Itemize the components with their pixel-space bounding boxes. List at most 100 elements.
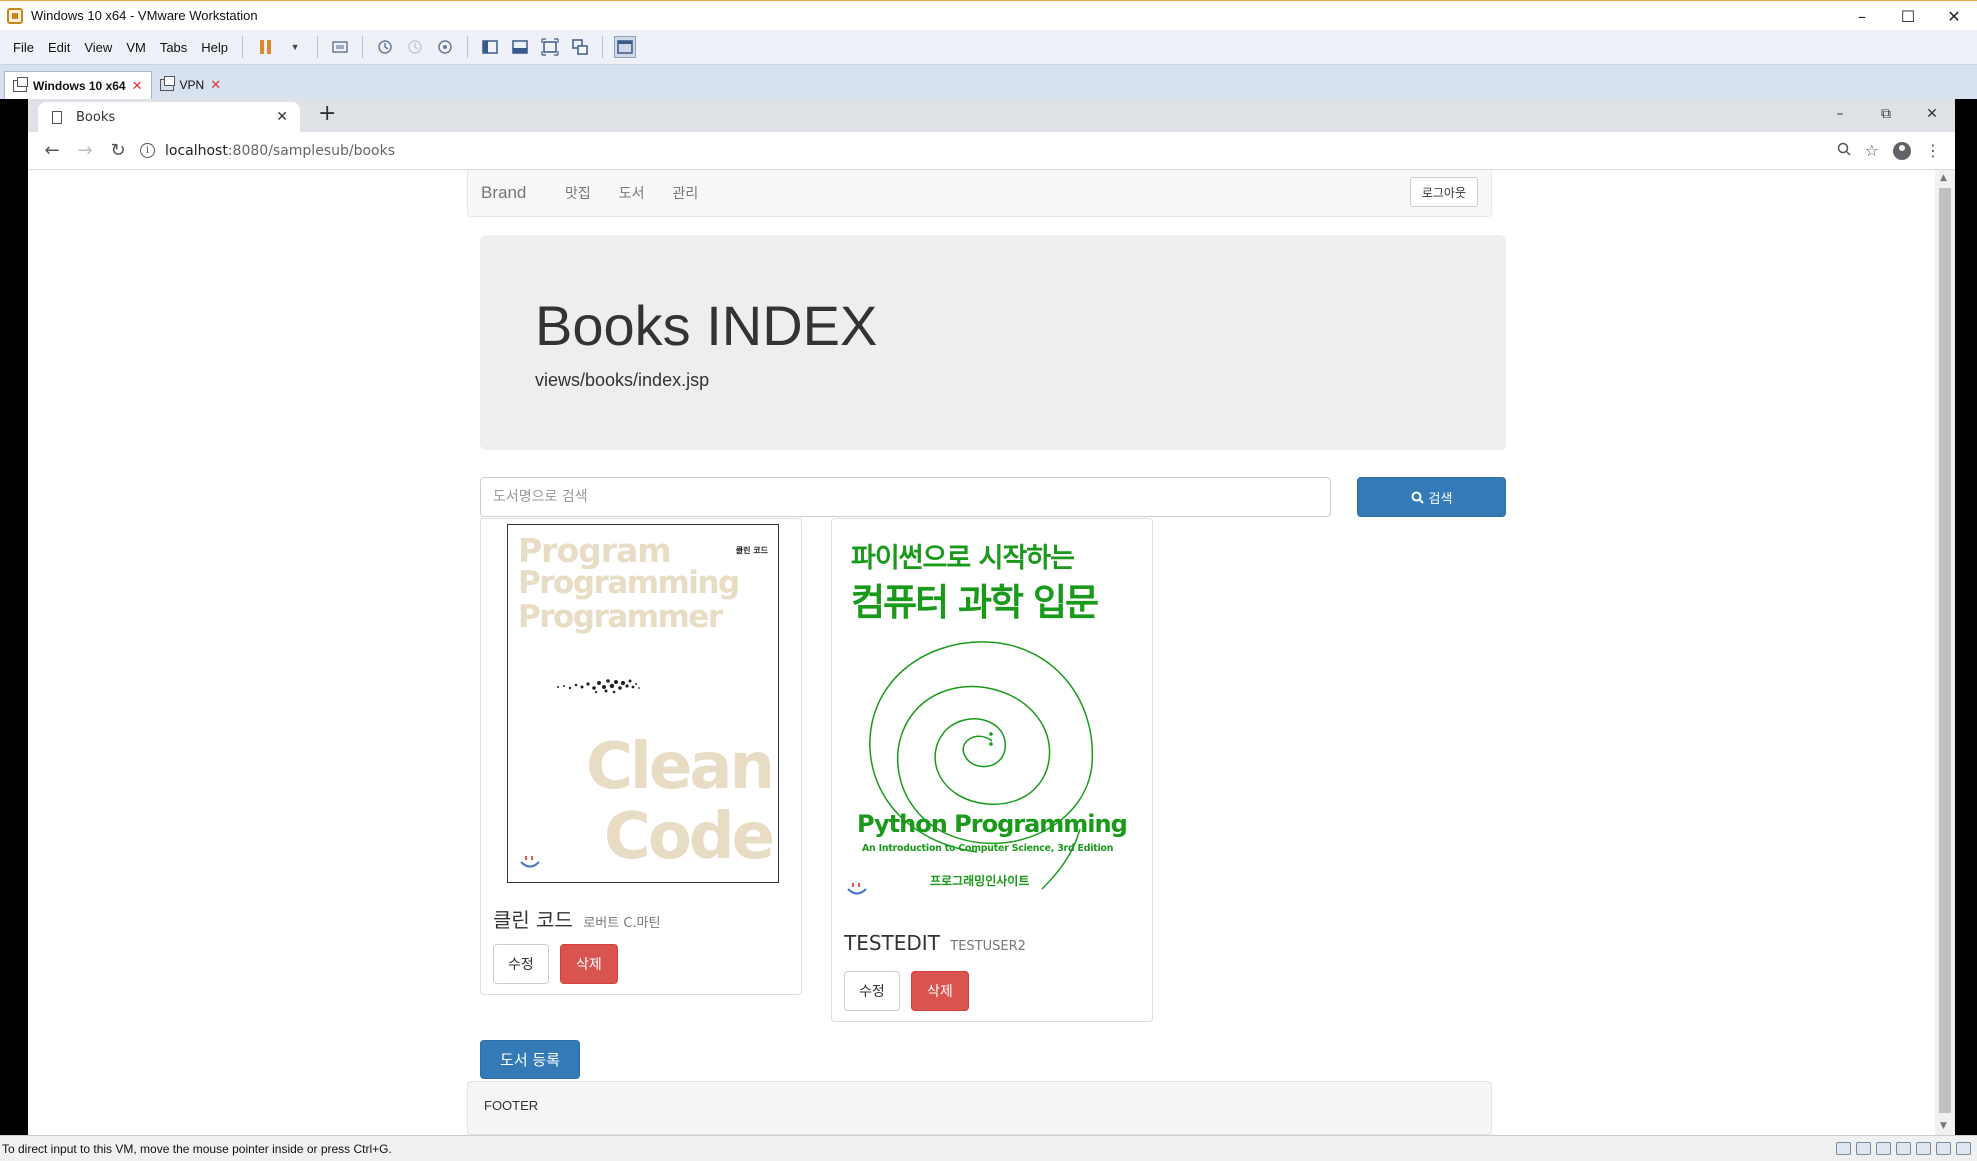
toolbar-separator xyxy=(242,36,244,58)
menu-view[interactable]: View xyxy=(77,40,119,55)
address-bar[interactable]: i localhost:8080/samplesub/books xyxy=(140,143,1837,159)
delete-button[interactable]: 삭제 xyxy=(911,971,969,1011)
full-screen-icon[interactable] xyxy=(539,36,561,58)
network-adapter-icon[interactable] xyxy=(1876,1142,1891,1155)
close-tab-icon[interactable]: ✕ xyxy=(132,78,143,94)
menu-tabs[interactable]: Tabs xyxy=(153,40,194,55)
chevron-down-icon[interactable]: ▼ xyxy=(284,36,306,58)
logout-button[interactable]: 로그아웃 xyxy=(1409,177,1478,207)
cover-spiral-illustration xyxy=(869,641,1094,890)
cd-drive-icon[interactable] xyxy=(1856,1142,1871,1155)
vm-icon xyxy=(13,76,28,92)
thumbnail-bar-icon[interactable] xyxy=(509,36,531,58)
maximize-icon[interactable]: ☐ xyxy=(1885,1,1931,31)
guest-border-right xyxy=(1955,99,1977,1135)
cover-title-en: Python Programming xyxy=(857,810,1128,838)
close-tab-icon[interactable]: ✕ xyxy=(210,77,221,93)
search-button-label: 검색 xyxy=(1428,491,1453,507)
browser-tab-title: Books xyxy=(76,109,116,125)
footer: FOOTER xyxy=(467,1081,1492,1135)
search-input[interactable] xyxy=(480,477,1331,517)
forward-icon[interactable]: → xyxy=(69,135,101,167)
page-scrollbar[interactable]: ▲ ▼ xyxy=(1935,170,1955,1135)
menu-edit[interactable]: Edit xyxy=(41,40,77,55)
pause-icon[interactable] xyxy=(254,36,276,58)
navbar-links: 맛집 도서 관리 xyxy=(551,183,712,203)
cover-subtitle-en: An Introduction to Computer Science, 3rd… xyxy=(862,843,1114,854)
book-title-line: TESTEDIT TESTUSER2 xyxy=(844,931,1026,955)
publisher-logo-icon xyxy=(520,856,540,868)
toolbar-separator xyxy=(317,36,319,58)
send-ctrl-alt-del-icon[interactable] xyxy=(329,36,351,58)
close-icon[interactable]: ✕ xyxy=(1909,99,1955,129)
toolbar-separator xyxy=(362,36,364,58)
footer-text: FOOTER xyxy=(484,1098,539,1113)
vm-tab-vpn[interactable]: VPN ✕ xyxy=(152,71,230,99)
vmware-statusbar: To direct input to this VM, move the mou… xyxy=(0,1135,1977,1161)
book-cover[interactable]: Program Programming Programmer 클린 코드 Cle… xyxy=(507,524,779,883)
browser-tab[interactable]: Books ✕ xyxy=(38,102,300,132)
register-book-button[interactable]: 도서 등록 xyxy=(480,1040,580,1079)
nav-link-restaurants[interactable]: 맛집 xyxy=(551,183,605,203)
vm-tab-windows[interactable]: Windows 10 x64 ✕ xyxy=(4,71,152,99)
vm-tab-label: Windows 10 x64 xyxy=(33,78,126,93)
sound-card-icon[interactable] xyxy=(1936,1142,1951,1155)
delete-button[interactable]: 삭제 xyxy=(560,944,618,984)
scroll-up-icon[interactable]: ▲ xyxy=(1940,173,1947,183)
hard-disk-icon[interactable] xyxy=(1836,1142,1851,1155)
show-library-icon[interactable] xyxy=(479,36,501,58)
vmware-app-icon xyxy=(7,7,23,24)
reload-icon[interactable]: ↻ xyxy=(102,135,134,167)
jumbotron: Books INDEX views/books/index.jsp xyxy=(480,235,1506,450)
printer-icon[interactable] xyxy=(1916,1142,1931,1155)
close-icon[interactable]: ✕ xyxy=(276,109,288,125)
more-menu-icon[interactable]: ⋮ xyxy=(1925,141,1941,160)
search-button[interactable]: 검색 xyxy=(1357,477,1506,517)
message-log-icon[interactable] xyxy=(1956,1142,1971,1155)
book-card: Program Programming Programmer 클린 코드 Cle… xyxy=(480,518,802,995)
menu-vm[interactable]: VM xyxy=(119,40,153,55)
nav-link-admin[interactable]: 관리 xyxy=(659,183,713,203)
minimize-icon[interactable]: – xyxy=(1817,99,1863,129)
usb-controller-icon[interactable] xyxy=(1896,1142,1911,1155)
console-view-icon[interactable] xyxy=(614,36,637,58)
site-navbar: Brand 맛집 도서 관리 로그아웃 xyxy=(467,170,1492,217)
snapshot-manager-icon[interactable] xyxy=(434,36,456,58)
book-cover[interactable]: 파이썬으로 시작하는 컴퓨터 과학 입문 Python Programming … xyxy=(837,524,1147,914)
page-title: Books INDEX xyxy=(535,294,878,357)
back-icon[interactable]: ← xyxy=(36,135,68,167)
snapshot-icon[interactable] xyxy=(374,36,396,58)
navbar-brand[interactable]: Brand xyxy=(481,183,526,203)
restore-icon[interactable]: ⧉ xyxy=(1863,99,1909,129)
close-icon[interactable]: ✕ xyxy=(1931,1,1977,31)
browser-right-tools: ☆ ⋮ xyxy=(1837,141,1941,160)
cover-word: Code xyxy=(603,800,775,874)
vm-icon xyxy=(159,76,175,91)
menu-help[interactable]: Help xyxy=(194,40,235,55)
account-icon[interactable] xyxy=(1893,141,1911,160)
url-host: localhost xyxy=(165,142,228,159)
minimize-icon[interactable]: – xyxy=(1839,1,1885,31)
page-icon xyxy=(52,110,62,124)
info-icon[interactable]: i xyxy=(140,143,155,158)
menu-file[interactable]: File xyxy=(6,40,41,55)
zoom-icon[interactable] xyxy=(1837,141,1851,160)
revert-snapshot-icon xyxy=(404,36,426,58)
unity-icon[interactable] xyxy=(569,36,591,58)
new-tab-icon[interactable]: + xyxy=(318,101,336,126)
vmware-titlebar: Windows 10 x64 - VMware Workstation – ☐ … xyxy=(0,0,1977,30)
star-icon[interactable]: ☆ xyxy=(1865,141,1879,160)
edit-button[interactable]: 수정 xyxy=(493,944,549,984)
publisher-logo-icon xyxy=(847,883,867,895)
vmware-tabbar: Windows 10 x64 ✕ VPN ✕ xyxy=(0,65,1977,99)
scroll-thumb[interactable] xyxy=(1939,188,1951,1113)
scroll-down-icon[interactable]: ▼ xyxy=(1940,1121,1947,1131)
edit-button[interactable]: 수정 xyxy=(844,971,900,1011)
nav-link-books[interactable]: 도서 xyxy=(605,183,659,203)
browser-toolbar: ← → ↻ i localhost:8080/samplesub/books ☆… xyxy=(28,132,1955,170)
book-title: TESTEDIT xyxy=(844,931,940,955)
book-title-line: 클린 코드 로버트 C.마틴 xyxy=(493,904,660,933)
toolbar-separator xyxy=(602,36,604,58)
search-icon xyxy=(1411,491,1424,504)
toolbar-separator xyxy=(467,36,469,58)
